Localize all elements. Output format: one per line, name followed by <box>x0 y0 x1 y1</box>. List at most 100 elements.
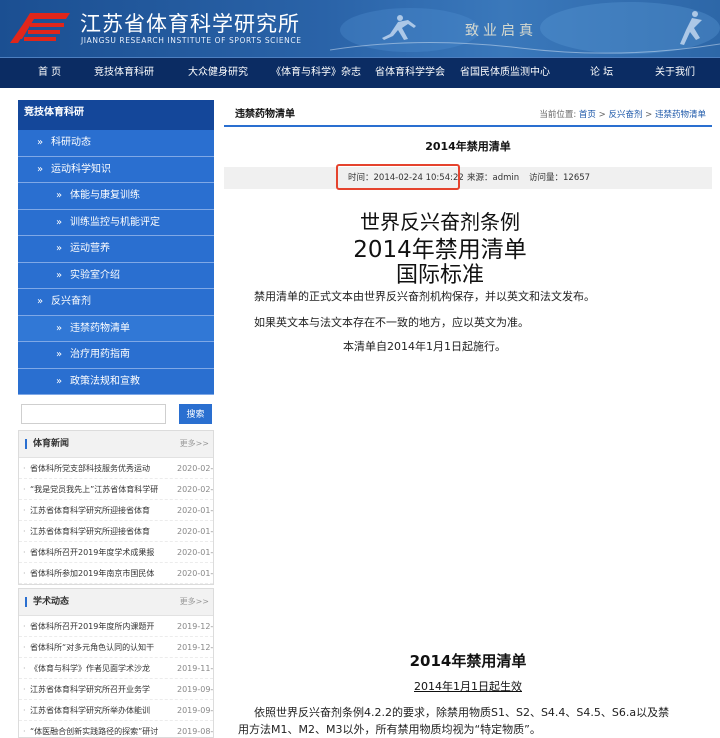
search-bar: 搜索 <box>18 402 214 426</box>
doc-paragraph: 用方法M1、M2、M3以外，所有禁用物质均视为“特定物质”。 <box>238 723 541 736</box>
chevron-right-icon: » <box>56 216 63 228</box>
news-link[interactable]: 省体科所“对多元角色认同的认知干 <box>30 637 180 658</box>
sidebar-item-sports-science[interactable]: » 运动科学知识 <box>18 156 214 183</box>
search-button[interactable]: 搜索 <box>179 404 212 424</box>
news-date: 2019-12- <box>177 622 213 631</box>
nav-item-society[interactable]: 省体育科学学会 <box>375 58 445 88</box>
news-link[interactable]: 《体育与科学》作者见面学术沙龙 <box>30 658 180 679</box>
academic-news-header: 学术动态 更多>> <box>19 589 213 616</box>
news-link[interactable]: 江苏省体育科学研究所迎接省体育 <box>30 500 180 521</box>
sidebar-item-fitness-training[interactable]: » 体能与康复训练 <box>18 183 214 210</box>
doc-paragraph: 如果英文本与法文本存在不一致的地方，应以英文为准。 <box>254 316 529 329</box>
sidebar-item-research-news[interactable]: » 科研动态 <box>18 130 214 157</box>
sidebar-item-label: 治疗用药指南 <box>70 349 130 360</box>
main-nav: 首 页 竞技体育科研 大众健身研究 《体育与科学》杂志 省体育科学学会 省国民体… <box>0 57 720 88</box>
sidebar-item-label: 实验室介绍 <box>70 269 120 281</box>
list-item[interactable]: · 省体科所参加2019年南京市国民体 2020-01- <box>19 563 213 584</box>
news-link[interactable]: 省体科所党支部科技服务优秀运动 <box>30 458 180 479</box>
academic-news-box: 学术动态 更多>> · 省体科所召开2019年度所内课题开 2019-12- · 省体… <box>18 588 214 738</box>
bullet-icon: · <box>23 464 26 473</box>
section-marker <box>25 439 27 449</box>
list-item[interactable]: · 省体科所“对多元角色认同的认知干 2019-12- <box>19 637 213 658</box>
list-item[interactable]: · 江苏省体育科学研究所迎接省体育 2020-01- <box>19 521 213 542</box>
list-item[interactable]: · 江苏省体育科学研究所迎接省体育 2020-01- <box>19 500 213 521</box>
chevron-right-icon: » <box>37 163 44 175</box>
bullet-icon: · <box>23 548 26 557</box>
sports-news-title: 体育新闻 <box>33 439 70 449</box>
nav-item-monitoring-center[interactable]: 省国民体质监测中心 <box>460 58 550 88</box>
news-date: 2020-02- <box>177 485 213 494</box>
sidebar-item-label: 反兴奋剂 <box>51 296 91 307</box>
list-item[interactable]: · 江苏省体育科学研究所召开业务学 2019-09- <box>19 679 213 700</box>
breadcrumb-prefix: 当前位置: <box>539 110 577 120</box>
bullet-icon: · <box>23 527 26 536</box>
breadcrumb-separator: > <box>645 110 653 120</box>
chevron-right-icon: » <box>56 349 63 360</box>
sidebar-item-policy-education[interactable]: » 政策法规和宣教 <box>18 368 214 395</box>
chevron-right-icon: » <box>56 269 63 281</box>
academic-news-more-link[interactable]: 更多>> <box>180 589 209 615</box>
news-link[interactable]: 江苏省体育科学研究所迎接省体育 <box>30 521 180 542</box>
chevron-right-icon: » <box>56 190 63 201</box>
news-link[interactable]: 省体科所召开2019年度所内课题开 <box>30 616 180 637</box>
breadcrumb-home-link[interactable]: 首页 <box>579 110 596 120</box>
sidebar-item-label: 训练监控与机能评定 <box>70 216 160 228</box>
news-link[interactable]: 省体科所召开2019年度学术成果报 <box>30 542 180 563</box>
search-input[interactable] <box>21 404 166 424</box>
sidebar-item-labs[interactable]: » 实验室介绍 <box>18 262 214 289</box>
nav-item-fitness-research[interactable]: 大众健身研究 <box>188 58 248 88</box>
sports-news-more-link[interactable]: 更多>> <box>180 431 209 457</box>
list-item[interactable]: · “体医融合创新实践路径的探索”研讨 2019-08- <box>19 721 213 737</box>
bullet-icon: · <box>23 643 26 652</box>
academic-news-title: 学术动态 <box>33 597 70 607</box>
sidebar-item-anti-doping[interactable]: » 反兴奋剂 <box>18 289 214 316</box>
sidebar-item-prohibited-list[interactable]: » 违禁药物清单 <box>18 315 214 342</box>
news-date: 2019-09- <box>177 706 213 715</box>
highlight-box <box>336 164 460 190</box>
news-link[interactable]: 江苏省体育科学研究所召开业务学 <box>30 679 180 700</box>
news-date: 2020-02- <box>177 464 213 473</box>
section-marker <box>25 597 27 607</box>
sports-news-header: 体育新闻 更多>> <box>19 431 213 458</box>
bullet-icon: · <box>23 685 26 694</box>
bullet-icon: · <box>23 506 26 515</box>
list-item[interactable]: · 省体科所召开2019年度学术成果报 2020-01- <box>19 542 213 563</box>
meta-source: 来源：admin <box>467 173 520 183</box>
nav-item-about[interactable]: 关于我们 <box>655 58 695 88</box>
news-date: 2019-09- <box>177 685 213 694</box>
sidebar-item-training-monitoring[interactable]: » 训练监控与机能评定 <box>18 209 214 236</box>
sidebar-item-label: 科研动态 <box>51 137 91 148</box>
news-link[interactable]: 省体科所参加2019年南京市国民体 <box>30 563 180 584</box>
news-date: 2020-01- <box>177 548 213 557</box>
list-item[interactable]: · 《体育与科学》作者见面学术沙龙 2019-11- <box>19 658 213 679</box>
sidebar-item-label: 运动科学知识 <box>51 163 111 175</box>
news-link[interactable]: “我是党员我先上”江苏省体育科学研 <box>30 479 180 500</box>
nav-item-journal[interactable]: 《体育与科学》杂志 <box>271 58 361 88</box>
news-date: 2019-08- <box>177 727 213 736</box>
breadcrumb: 当前位置: 首页 > 反兴奋剂 > 违禁药物清单 <box>539 103 706 127</box>
nav-item-competitive-sports[interactable]: 竞技体育科研 <box>94 58 154 88</box>
news-date: 2019-11- <box>177 664 213 673</box>
section-title: 违禁药物清单 <box>235 109 295 120</box>
sports-news-box: 体育新闻 更多>> · 省体科所党支部科技服务优秀运动 2020-02- · “我是党… <box>18 430 214 585</box>
nav-item-home[interactable]: 首 页 <box>38 58 61 88</box>
news-link[interactable]: “体医融合创新实践路径的探索”研讨 <box>30 721 180 737</box>
sidebar-item-label: 体能与康复训练 <box>70 190 140 201</box>
breadcrumb-current-link[interactable]: 违禁药物清单 <box>655 110 706 120</box>
nav-item-forum[interactable]: 论 坛 <box>590 58 613 88</box>
doc-heading-3: 国际标准 <box>395 263 484 288</box>
sidebar: 竞技体育科研 » 科研动态 » 运动科学知识 » 体能与康复训练 » 训练监控与… <box>18 100 214 395</box>
motto-text: 致业启真 <box>465 23 537 39</box>
breadcrumb-parent-link[interactable]: 反兴奋剂 <box>608 110 642 120</box>
sidebar-item-medication-guide[interactable]: » 治疗用药指南 <box>18 342 214 369</box>
site-header: 江苏省体育科学研究所 JIANGSU RESEARCH INSTITUTE OF… <box>0 0 720 57</box>
list-item[interactable]: · 省体科所党支部科技服务优秀运动 2020-02- <box>19 458 213 479</box>
article-meta: 时间：2014-02-24 10:54:22 来源：admin 访问量：1265… <box>224 167 712 189</box>
list-item[interactable]: · “我是党员我先上”江苏省体育科学研 2020-02- <box>19 479 213 500</box>
sidebar-item-nutrition[interactable]: » 运动营养 <box>18 236 214 263</box>
institute-logo-icon[interactable] <box>8 9 72 47</box>
news-date: 2020-01- <box>177 569 213 578</box>
list-item[interactable]: · 省体科所召开2019年度所内课题开 2019-12- <box>19 616 213 637</box>
list-item[interactable]: · 江苏省体育科学研究所举办体能训 2019-09- <box>19 700 213 721</box>
news-link[interactable]: 江苏省体育科学研究所举办体能训 <box>30 700 180 721</box>
